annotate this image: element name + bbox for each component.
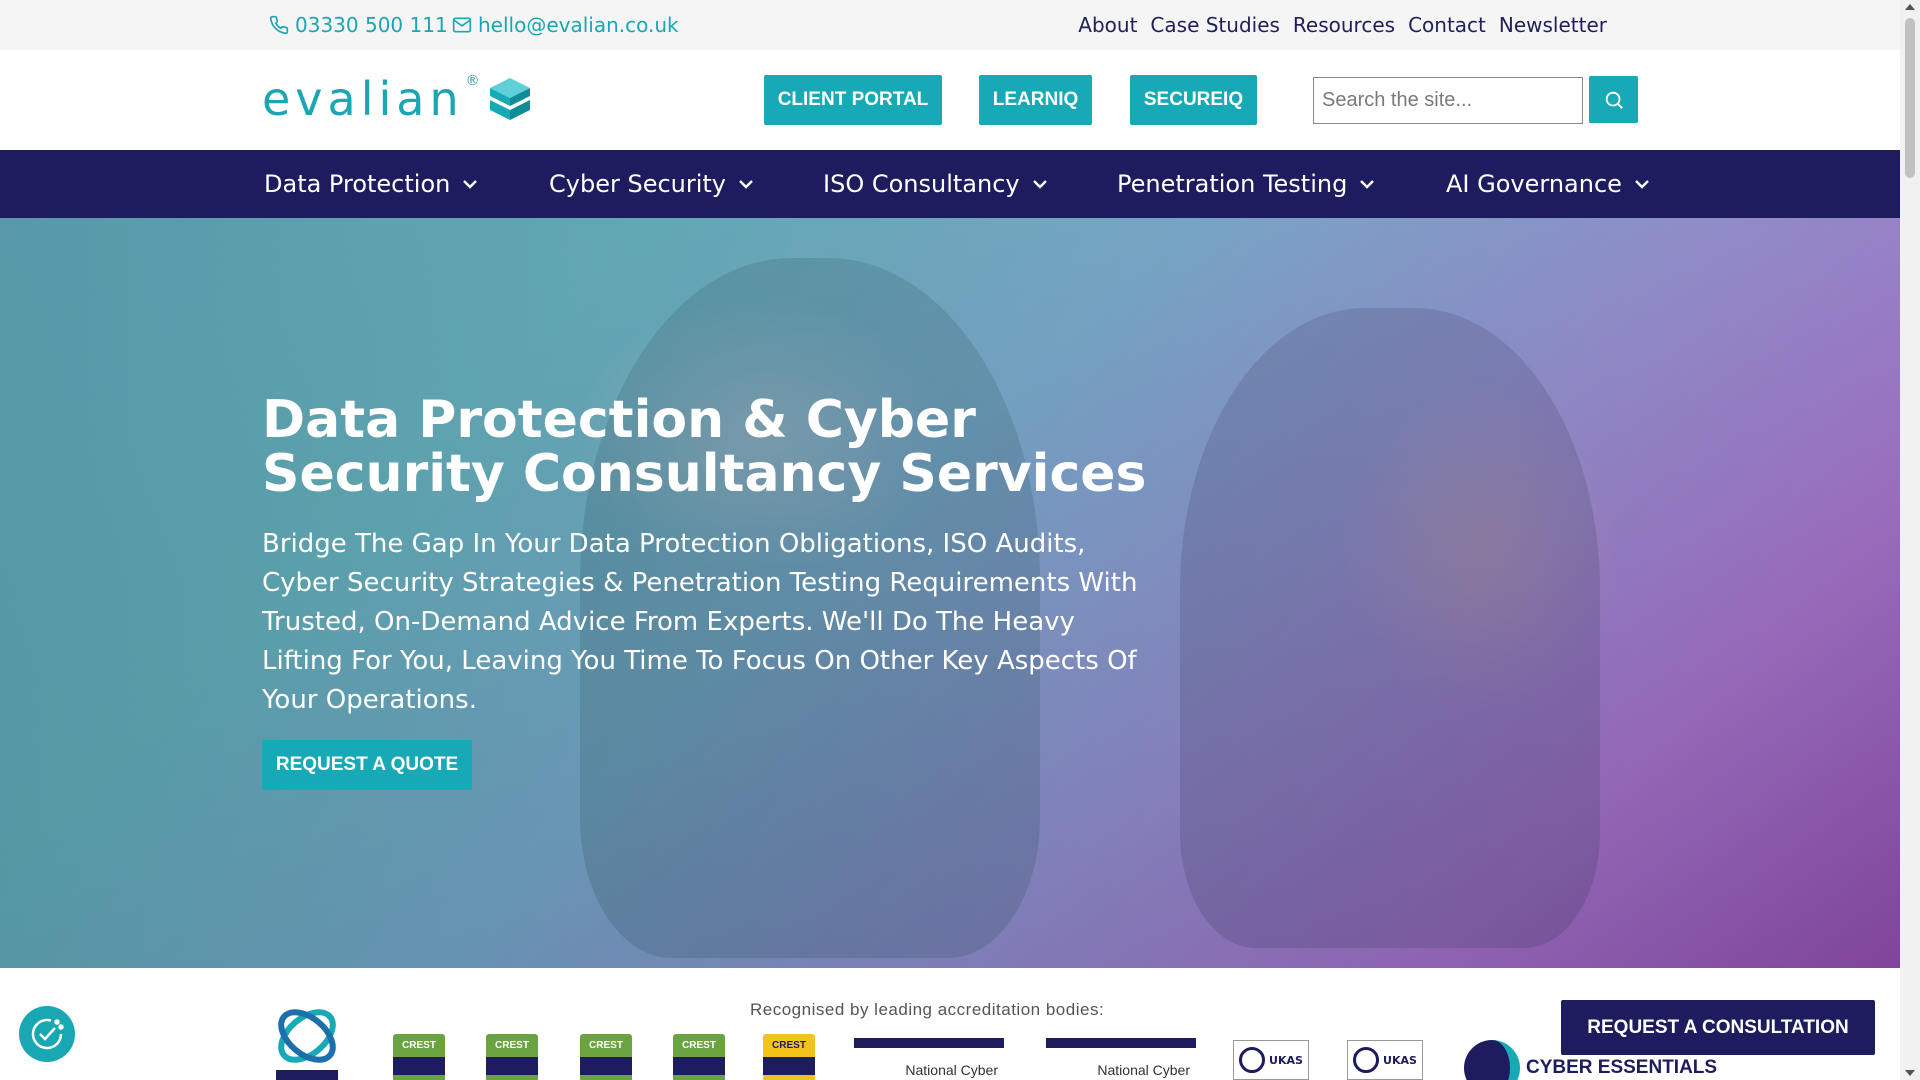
crest-badge: CREST — [580, 1034, 632, 1080]
nav-label: Cyber Security — [549, 170, 727, 198]
phone-link[interactable]: 03330 500 111 — [269, 0, 448, 50]
nav-label: AI Governance — [1446, 170, 1622, 198]
cyber-essentials-text: CYBER ESSENTIALS — [1526, 1057, 1718, 1078]
hero-subtitle: Bridge The Gap In Your Data Protection O… — [262, 529, 1138, 715]
search-input[interactable] — [1313, 77, 1583, 124]
nav-penetration-testing[interactable]: Penetration Testing — [1117, 150, 1375, 218]
chevron-down-icon — [1360, 180, 1375, 189]
crest-badge: CREST — [393, 1034, 445, 1080]
nav-label: ISO Consultancy — [823, 170, 1020, 198]
utility-nav: About Case Studies Resources Contact New… — [1078, 0, 1607, 50]
badge-label: CREST — [682, 1040, 716, 1051]
nav-label: Penetration Testing — [1117, 170, 1348, 198]
search-button[interactable] — [1589, 76, 1638, 123]
crest-logo-icon — [276, 1009, 338, 1080]
about-link[interactable]: About — [1078, 13, 1137, 37]
scroll-down-icon[interactable] — [1905, 1070, 1915, 1076]
nav-label: Data Protection — [264, 170, 451, 198]
ukas-badge: UKAS — [1233, 1040, 1309, 1080]
ncsc-badge: National Cyber — [1046, 1038, 1196, 1080]
scrollbar-thumb[interactable] — [1905, 18, 1915, 178]
request-consultation-button[interactable]: REQUEST A CONSULTATION — [1561, 1000, 1875, 1055]
badge-label: CREST — [589, 1040, 623, 1051]
secureiq-button[interactable]: SECUREIQ — [1130, 75, 1257, 125]
ukas-badge: UKAS — [1347, 1040, 1423, 1080]
ncsc-badge: National Cyber — [854, 1038, 1004, 1080]
newsletter-link[interactable]: Newsletter — [1499, 13, 1607, 37]
search-icon — [1605, 91, 1623, 109]
chevron-down-icon — [739, 180, 753, 189]
nav-cyber-security[interactable]: Cyber Security — [549, 150, 754, 218]
ukas-crown-icon — [1353, 1047, 1380, 1073]
badge-label: CREST — [495, 1040, 529, 1051]
accreditation-label: Recognised by leading accreditation bodi… — [750, 1000, 1105, 1019]
crest-badge: CREST — [486, 1034, 538, 1080]
ncsc-text: National Cyber — [1097, 1062, 1190, 1078]
email-link[interactable]: hello@evalian.co.uk — [452, 0, 679, 50]
client-portal-button[interactable]: CLIENT PORTAL — [764, 75, 942, 125]
contact-link[interactable]: Contact — [1408, 13, 1486, 37]
registered-mark: ® — [465, 73, 480, 89]
cookie-consent-icon — [31, 1018, 64, 1050]
main-navigation: Data Protection Cyber Security ISO Consu… — [0, 150, 1900, 218]
badge-label: CREST — [772, 1040, 806, 1051]
nav-iso-consultancy[interactable]: ISO Consultancy — [823, 150, 1048, 218]
cube-logo-icon — [489, 78, 530, 120]
cyber-essentials-check-icon — [1464, 1040, 1520, 1080]
chevron-down-icon — [1635, 180, 1649, 189]
evalian-logo[interactable]: evalian ® — [262, 72, 532, 126]
page-scrollbar[interactable] — [1900, 0, 1920, 1080]
phone-number: 03330 500 111 — [295, 13, 448, 37]
ncsc-text: National Cyber — [905, 1062, 998, 1078]
nav-data-protection[interactable]: Data Protection — [264, 150, 478, 218]
ukas-text: UKAS — [1383, 1053, 1417, 1067]
ukas-crown-icon — [1239, 1047, 1266, 1073]
site-header: evalian ® CLIENT PORTAL LEARNIQ SECUREIQ — [0, 50, 1900, 150]
case-studies-link[interactable]: Case Studies — [1150, 13, 1280, 37]
learniq-button[interactable]: LEARNIQ — [979, 75, 1092, 125]
top-utility-bar: 03330 500 111 hello@evalian.co.uk About … — [0, 0, 1900, 50]
hero-section: Data Protection & Cyber Security Consult… — [0, 218, 1900, 968]
email-address: hello@evalian.co.uk — [478, 13, 679, 37]
chevron-down-icon — [463, 180, 478, 189]
badge-label: CREST — [402, 1040, 436, 1051]
chevron-down-icon — [1032, 180, 1047, 189]
crest-incident-badge: CREST — [763, 1034, 815, 1080]
nav-ai-governance[interactable]: AI Governance — [1446, 150, 1650, 218]
envelope-icon — [452, 17, 472, 33]
phone-icon — [269, 15, 289, 35]
logo-wordmark: evalian — [262, 72, 464, 126]
ukas-text: UKAS — [1269, 1053, 1303, 1067]
resources-link[interactable]: Resources — [1293, 13, 1395, 37]
scroll-up-icon[interactable] — [1905, 4, 1915, 10]
cookie-settings-button[interactable] — [19, 1006, 75, 1062]
hero-title: Data Protection & Cyber Security Consult… — [262, 390, 1147, 504]
crest-badge: CREST — [673, 1034, 725, 1080]
request-quote-button[interactable]: REQUEST A QUOTE — [262, 740, 472, 790]
